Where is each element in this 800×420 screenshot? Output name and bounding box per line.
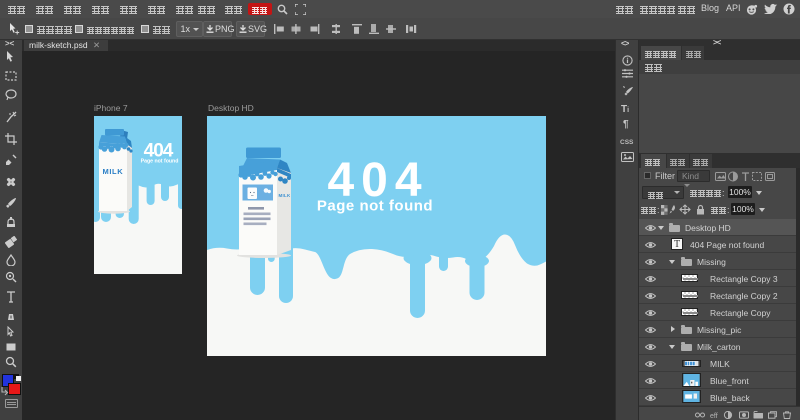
svg-text:MILK: MILK [103, 167, 124, 176]
svg-text:Page not found: Page not found [141, 159, 179, 165]
svg-text:Page not found: Page not found [317, 198, 433, 215]
svg-text:eff: eff [710, 413, 718, 419]
svg-text:MILK: MILK [279, 193, 291, 198]
